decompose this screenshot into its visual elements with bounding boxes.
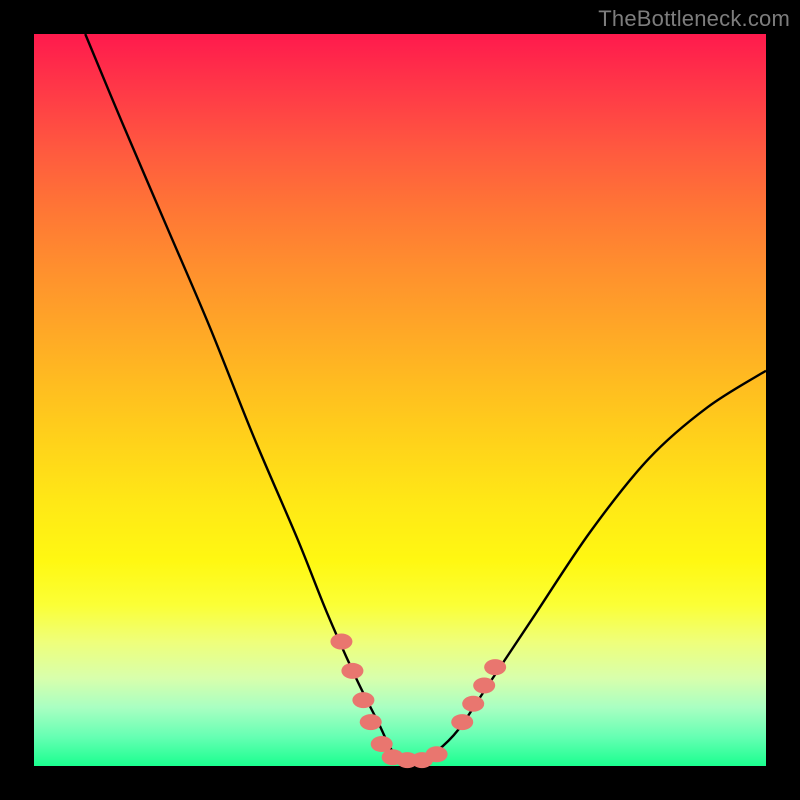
bottleneck-curve [85,34,766,760]
marker-right-cluster [451,714,473,730]
marker-left-cluster [352,692,374,708]
marker-layer [330,634,506,769]
watermark-text: TheBottleneck.com [598,6,790,32]
curve-svg [34,34,766,766]
marker-left-cluster [341,663,363,679]
marker-left-cluster [360,714,382,730]
marker-left-cluster [330,634,352,650]
marker-right-cluster [484,659,506,675]
curve-layer [85,34,766,760]
plot-area [34,34,766,766]
marker-right-cluster [473,677,495,693]
chart-frame: TheBottleneck.com [0,0,800,800]
marker-right-cluster [462,696,484,712]
marker-valley [426,746,448,762]
